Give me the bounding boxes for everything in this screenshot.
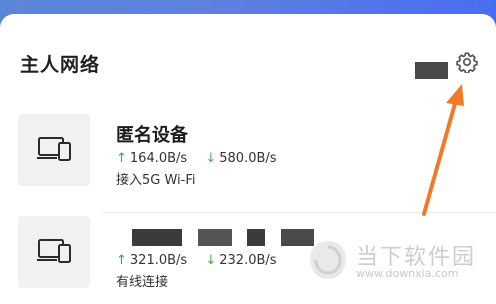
device-icon-box [18, 114, 90, 186]
device-icon-box [18, 216, 90, 288]
devices-icon [37, 239, 71, 263]
redacted-name-block [247, 229, 265, 246]
connection-type: 接入5G Wi-Fi [116, 173, 196, 188]
gear-icon[interactable] [456, 51, 478, 73]
devices-icon [37, 137, 71, 161]
redacted-name-block [198, 229, 232, 246]
download-arrow-icon: ↓ [205, 253, 217, 268]
speed-row: ↑ 164.0B/s ↓ 580.0B/s [116, 151, 277, 166]
device-name: 匿名设备 [116, 125, 188, 146]
upload-speed: 164.0B/s [129, 151, 188, 166]
speed-row: ↑ 321.0B/s ↓ 232.0B/s [116, 253, 277, 268]
watermark-url: www.downxia.com [356, 267, 459, 280]
download-speed: 232.0B/s [219, 253, 277, 268]
download-speed: 580.0B/s [219, 151, 277, 166]
watermark-logo [310, 241, 346, 279]
connection-type: 有线连接 [116, 275, 169, 290]
upload-arrow-icon: ↑ [116, 253, 127, 268]
redacted-block [415, 62, 448, 79]
download-arrow-icon: ↓ [205, 151, 217, 166]
redacted-name-block [132, 229, 182, 246]
upload-speed: 321.0B/s [129, 253, 188, 268]
upload-arrow-icon: ↑ [116, 151, 127, 166]
divider [102, 212, 496, 213]
section-title: 主人网络 [20, 54, 101, 76]
